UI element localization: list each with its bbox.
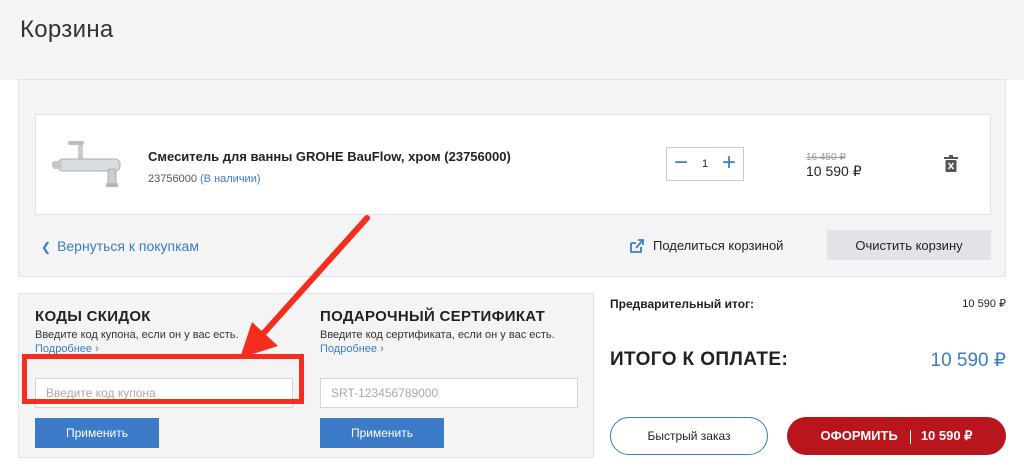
subtotal-value: 10 590 ₽ xyxy=(962,298,1006,310)
checkout-price: 10 590 ₽ xyxy=(920,428,973,443)
product-sku: 23756000 xyxy=(148,173,197,185)
certificate-description: Введите код сертификата, если он у вас е… xyxy=(320,329,555,341)
quantity-stepper: − + xyxy=(666,147,744,181)
cart-item: Смеситель для ванны GROHE BauFlow, хром … xyxy=(35,114,991,215)
order-summary: Предварительный итог: 10 590 ₽ ИТОГО К О… xyxy=(610,293,1006,463)
share-cart-button[interactable]: Поделиться корзиной xyxy=(629,238,783,253)
share-icon xyxy=(630,239,644,253)
certificate-title: ПОДАРОЧНЫЙ СЕРТИФИКАТ xyxy=(320,308,546,325)
product-name[interactable]: Смеситель для ванны GROHE BauFlow, хром … xyxy=(148,149,511,164)
product-meta: 23756000 (В наличии) xyxy=(148,173,261,185)
certificate-input[interactable] xyxy=(320,378,578,408)
faucet-image[interactable] xyxy=(48,139,128,191)
trash-icon[interactable] xyxy=(944,155,958,173)
coupon-more-link[interactable]: Подробнее › xyxy=(35,343,305,355)
coupon-title: КОДЫ СКИДОК xyxy=(35,308,151,325)
item-price: 10 590 ₽ xyxy=(806,163,862,179)
certificate-more-link[interactable]: Подробнее › xyxy=(320,343,590,355)
total-label: ИТОГО К ОПЛАТЕ: xyxy=(610,349,789,370)
share-cart-label: Поделиться корзиной xyxy=(653,238,784,253)
chevron-left-icon: ❮ xyxy=(41,240,52,254)
back-to-shopping-link[interactable]: ❮ Вернуться к покупкам xyxy=(41,238,199,254)
apply-certificate-button[interactable]: Применить xyxy=(320,418,444,448)
decrease-quantity-button[interactable]: − xyxy=(669,148,693,180)
coupon-input[interactable] xyxy=(35,378,293,408)
coupon-description: Введите код купона, если он у вас есть. xyxy=(35,329,239,341)
coupon-section: КОДЫ СКИДОК Введите код купона, если он … xyxy=(35,308,305,448)
page-title: Корзина xyxy=(20,16,114,43)
apply-coupon-button[interactable]: Применить xyxy=(35,418,159,448)
checkout-divider xyxy=(909,429,911,444)
certificate-section: ПОДАРОЧНЫЙ СЕРТИФИКАТ Введите код сертиф… xyxy=(320,308,590,448)
checkout-label: ОФОРМИТЬ xyxy=(820,428,898,443)
discounts-panel: КОДЫ СКИДОК Введите код купона, если он … xyxy=(18,293,594,458)
subtotal-label: Предварительный итог: xyxy=(610,297,755,311)
back-link-label: Вернуться к покупкам xyxy=(57,238,199,254)
increase-quantity-button[interactable]: + xyxy=(717,148,741,180)
checkout-button[interactable]: ОФОРМИТЬ 10 590 ₽ xyxy=(787,417,1006,455)
old-price: 16 450 ₽ xyxy=(806,152,846,163)
total-value: 10 590 ₽ xyxy=(930,350,1006,371)
page-header: Корзина xyxy=(0,0,1024,80)
quantity-input[interactable] xyxy=(693,148,717,180)
quick-order-button[interactable]: Быстрый заказ xyxy=(610,417,768,455)
stock-status: (В наличии) xyxy=(200,173,261,185)
clear-cart-button[interactable]: Очистить корзину xyxy=(827,230,991,260)
cart-panel: Смеситель для ванны GROHE BauFlow, хром … xyxy=(18,79,1006,277)
